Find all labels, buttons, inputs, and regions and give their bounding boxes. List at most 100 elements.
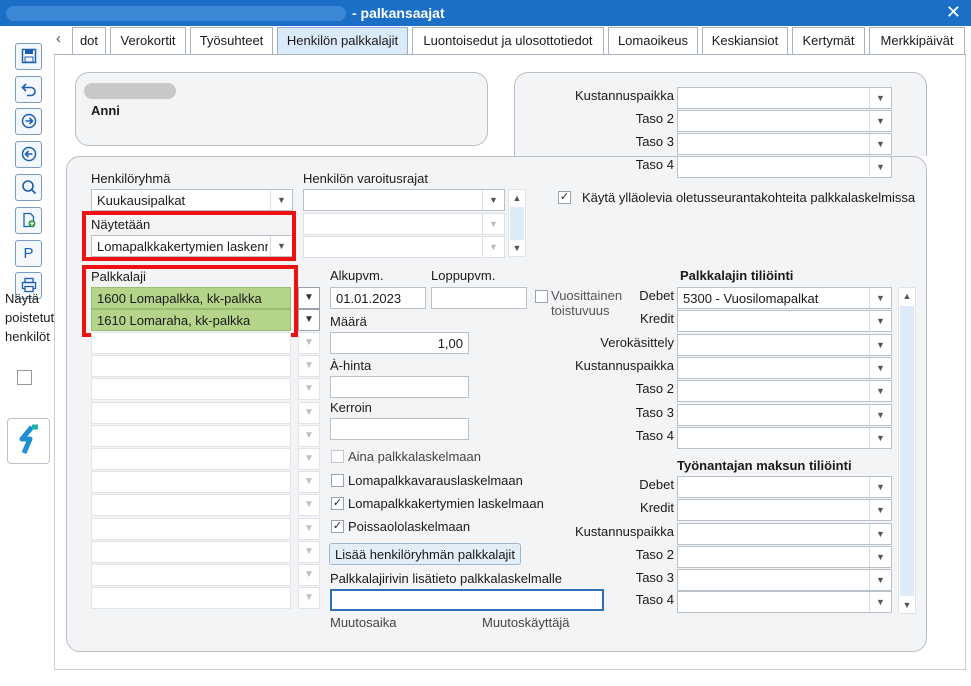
save-icon[interactable]	[15, 43, 42, 70]
emp-taso2-select[interactable]: ▼	[677, 546, 892, 568]
chevron-down-icon[interactable]: ▼	[869, 358, 891, 378]
pay-type-empty-row[interactable]	[91, 448, 291, 470]
warn-limits-select-3[interactable]: ▼	[303, 236, 505, 258]
chevron-down-icon[interactable]: ▼	[869, 288, 891, 308]
warn-limits-scrollbar[interactable]: ▲ ▼	[508, 189, 526, 257]
search-icon[interactable]	[15, 174, 42, 201]
chevron-down-icon[interactable]: ▼	[869, 428, 891, 448]
chevron-down-icon[interactable]: ▼	[869, 335, 891, 355]
warn-limits-select-2[interactable]: ▼	[303, 213, 505, 235]
new-document-icon[interactable]	[15, 207, 42, 234]
amount-field[interactable]: 1,00	[330, 332, 469, 354]
chevron-down-icon[interactable]: ▼	[869, 500, 891, 520]
pay-type-empty-row[interactable]	[91, 540, 291, 563]
end-date-field[interactable]	[431, 287, 527, 309]
acc-taso3-select[interactable]: ▼	[677, 404, 892, 426]
tab-luontoisedut[interactable]: Luontoisedut ja ulosottotiedot	[412, 27, 604, 54]
cost-center-select[interactable]: ▼	[677, 87, 892, 109]
pay-type-empty-row[interactable]	[91, 332, 291, 354]
tab-scroll-left-icon[interactable]: ‹	[56, 30, 61, 47]
group-select[interactable]: Kuukausipalkat ▼	[91, 189, 293, 211]
chevron-down-icon[interactable]: ▼	[298, 517, 320, 540]
back-icon[interactable]	[15, 141, 42, 168]
show-deleted-checkbox[interactable]	[17, 370, 32, 385]
start-date-field[interactable]: 01.01.2023	[330, 287, 426, 309]
close-icon[interactable]: ✕	[946, 2, 961, 23]
factor-field[interactable]	[330, 418, 469, 440]
chevron-down-icon[interactable]: ▼	[298, 471, 320, 494]
taso4-select[interactable]: ▼	[677, 156, 892, 178]
p-button[interactable]: P	[15, 240, 42, 267]
scroll-thumb[interactable]	[900, 306, 914, 596]
tax-treatment-select[interactable]: ▼	[677, 334, 892, 356]
accounting-scrollbar[interactable]: ▲ ▼	[898, 287, 916, 614]
pay-type-empty-row[interactable]	[91, 471, 291, 494]
emp-kredit-select[interactable]: ▼	[677, 499, 892, 521]
emp-taso3-select[interactable]: ▼	[677, 569, 892, 591]
scroll-down-icon[interactable]: ▼	[899, 597, 915, 613]
accrual-checkbox[interactable]	[331, 497, 344, 510]
chevron-down-icon[interactable]: ▼	[298, 448, 320, 470]
chevron-down-icon[interactable]: ▼	[869, 311, 891, 331]
emp-taso4-select[interactable]: ▼	[677, 591, 892, 613]
yearly-checkbox[interactable]	[535, 290, 548, 303]
taso3-select[interactable]: ▼	[677, 133, 892, 155]
tab-kertymat[interactable]: Kertymät	[792, 27, 865, 54]
pay-type-empty-row[interactable]	[91, 517, 291, 540]
chevron-down-icon[interactable]: ▼	[298, 309, 320, 331]
tab-keskiansiot[interactable]: Keskiansiot	[702, 27, 788, 54]
chevron-down-icon[interactable]: ▼	[869, 381, 891, 401]
emp-debet-select[interactable]: ▼	[677, 476, 892, 498]
chevron-down-icon[interactable]: ▼	[298, 540, 320, 563]
chevron-down-icon[interactable]: ▼	[869, 592, 891, 612]
tab-henkilon-palkkalajit[interactable]: Henkilön palkkalajit	[277, 27, 408, 54]
chevron-down-icon[interactable]: ▼	[869, 157, 891, 177]
chevron-down-icon[interactable]: ▼	[298, 332, 320, 354]
tab-tyosuhteet[interactable]: Työsuhteet	[190, 27, 273, 54]
pay-type-empty-row[interactable]	[91, 587, 291, 610]
reserve-checkbox[interactable]	[331, 474, 344, 487]
chevron-down-icon[interactable]: ▼	[869, 524, 891, 544]
chevron-down-icon[interactable]: ▼	[298, 355, 320, 378]
chevron-down-icon[interactable]: ▼	[869, 547, 891, 567]
pay-type-empty-row[interactable]	[91, 401, 291, 424]
chevron-down-icon[interactable]: ▼	[869, 134, 891, 154]
pay-type-empty-row[interactable]	[91, 424, 291, 447]
scroll-up-icon[interactable]: ▲	[899, 288, 915, 304]
undo-icon[interactable]	[15, 76, 42, 103]
forward-icon[interactable]	[15, 108, 42, 135]
chevron-down-icon[interactable]: ▼	[298, 564, 320, 586]
chevron-down-icon[interactable]: ▼	[298, 424, 320, 447]
chevron-down-icon[interactable]: ▼	[869, 570, 891, 590]
chevron-down-icon[interactable]: ▼	[298, 378, 320, 401]
chevron-down-icon[interactable]: ▼	[298, 401, 320, 424]
chevron-down-icon[interactable]: ▼	[482, 237, 504, 257]
pay-type-empty-row[interactable]	[91, 494, 291, 517]
pay-type-empty-row[interactable]	[91, 378, 291, 401]
chevron-down-icon[interactable]: ▼	[482, 190, 504, 210]
emp-cost-center-select[interactable]: ▼	[677, 523, 892, 545]
chevron-down-icon[interactable]: ▼	[298, 494, 320, 517]
always-payslip-checkbox[interactable]	[331, 450, 344, 463]
acc-taso4-select[interactable]: ▼	[677, 427, 892, 449]
taso2-select[interactable]: ▼	[677, 110, 892, 132]
tab-dot[interactable]: dot	[72, 27, 106, 54]
app-logo-icon[interactable]	[7, 418, 50, 464]
scroll-thumb[interactable]	[510, 207, 524, 240]
chevron-down-icon[interactable]: ▼	[270, 190, 292, 210]
acc-taso2-select[interactable]: ▼	[677, 380, 892, 402]
scroll-up-icon[interactable]: ▲	[509, 190, 525, 206]
default-tracking-checkbox[interactable]	[558, 191, 571, 204]
absence-checkbox[interactable]	[331, 520, 344, 533]
chevron-down-icon[interactable]: ▼	[869, 477, 891, 497]
chevron-down-icon[interactable]: ▼	[869, 405, 891, 425]
chevron-down-icon[interactable]: ▼	[869, 111, 891, 131]
tab-merkkipaivat[interactable]: Merkkipäivät	[869, 27, 965, 54]
kredit-select[interactable]: ▼	[677, 310, 892, 332]
pay-type-empty-row[interactable]	[91, 564, 291, 586]
chevron-down-icon[interactable]: ▼	[482, 214, 504, 234]
add-group-pay-types-button[interactable]: Lisää henkilöryhmän palkkalajit	[329, 543, 521, 565]
acc-cost-center-select[interactable]: ▼	[677, 357, 892, 379]
scroll-down-icon[interactable]: ▼	[509, 240, 525, 256]
tab-lomaoikeus[interactable]: Lomaoikeus	[608, 27, 698, 54]
